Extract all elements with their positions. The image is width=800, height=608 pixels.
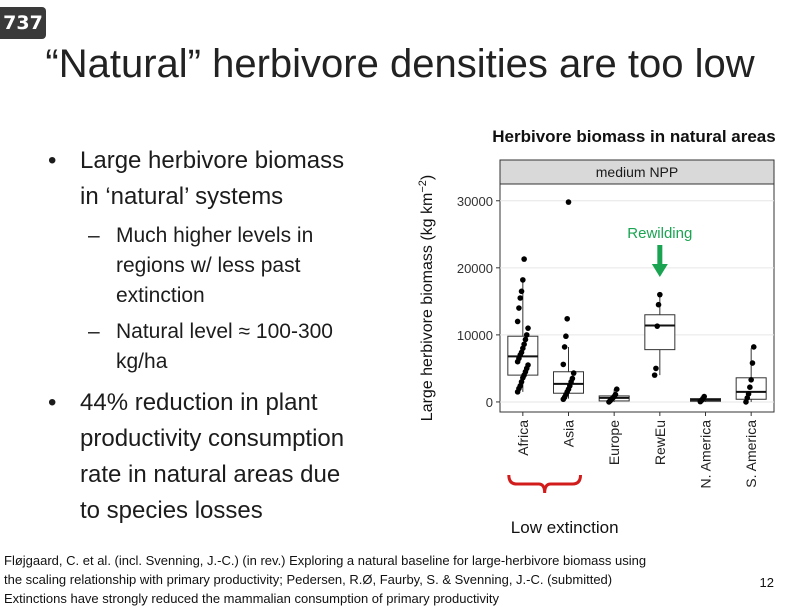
data-point [655, 301, 662, 308]
bullet-reduction: 44% reduction in plant productivity cons… [46, 385, 406, 529]
bullet-line: to species losses [80, 497, 263, 524]
data-point [745, 391, 752, 397]
data-point [651, 372, 658, 378]
x-tick-label: N. America [698, 420, 714, 489]
y-tick-label: 0 [486, 395, 493, 410]
data-point [522, 336, 529, 343]
data-point [612, 391, 619, 398]
data-point [564, 315, 570, 322]
reference-line: Fløjgaard, C. et al. (incl. Svenning, J.… [4, 553, 647, 568]
sub-bullet-line: Much higher levels in [116, 224, 314, 247]
page-number: 12 [759, 575, 774, 590]
slide-number-badge: 737 [0, 7, 46, 39]
data-point [561, 344, 568, 350]
bullet-line: 44% reduction in plant [80, 389, 318, 416]
bracket-shape [507, 474, 582, 494]
data-point [749, 360, 756, 366]
data-point [653, 365, 659, 372]
bullet-line: productivity consumption [80, 425, 345, 452]
bullet-biomass: Large herbivore biomass in ‘natural’ sys… [46, 143, 406, 215]
data-point [569, 375, 576, 382]
data-point [520, 277, 526, 283]
y-axis-label: Large herbivore biomass (kg km−2) [417, 175, 436, 421]
sub-bullet-line: kg/ha [116, 350, 168, 373]
bullet-line: Large herbivore biomass [80, 147, 345, 174]
data-point [654, 323, 661, 329]
y-tick-label: 20000 [457, 261, 493, 276]
sub-bullet-line: regions w/ less past [116, 254, 301, 277]
references: Fløjgaard, C. et al. (incl. Svenning, J.… [4, 551, 744, 608]
data-point [521, 341, 527, 348]
herbivore-biomass-boxplot: Herbivore biomass in natural areas mediu… [417, 127, 776, 537]
data-point [518, 288, 525, 295]
low-extinction-bracket: Low extinction [507, 474, 619, 537]
x-tick-label: S. America [743, 420, 759, 488]
data-point [516, 305, 522, 311]
data-point [748, 377, 754, 383]
data-point [514, 318, 521, 325]
data-point [657, 291, 663, 298]
data-point [563, 333, 569, 340]
chart-title: Herbivore biomass in natural areas [492, 127, 775, 146]
plot-panel [499, 183, 775, 413]
x-tick-label: RewEu [652, 420, 668, 465]
bracket-label: Low extinction [511, 518, 619, 537]
x-tick-label: Europe [606, 420, 622, 465]
reference-line: the scaling relationship with primary pr… [4, 572, 613, 587]
y-tick-label: 30000 [457, 194, 493, 209]
data-point [701, 393, 707, 400]
sub-bullet-higher-levels: Much higher levels in regions w/ less pa… [46, 221, 406, 311]
data-point [747, 384, 753, 390]
box-iqr [644, 314, 676, 351]
annotation-text: Rewilding [627, 225, 692, 242]
data-point [750, 344, 757, 350]
sub-bullet-line: Natural level ≈ 100-300 [116, 320, 333, 343]
data-point [525, 362, 531, 368]
sub-bullet-natural-level: Natural level ≈ 100-300 kg/ha [46, 317, 406, 377]
sub-bullet-line: extinction [116, 284, 205, 307]
facet-label: medium NPP [596, 164, 678, 180]
data-point [565, 199, 572, 205]
bullet-list: Large herbivore biomass in ‘natural’ sys… [46, 143, 406, 529]
data-point [613, 386, 620, 393]
x-tick-label: Africa [515, 420, 531, 456]
data-point [521, 256, 527, 262]
slide-title: “Natural” herbivore densities are too lo… [45, 42, 755, 86]
data-point [570, 370, 577, 376]
x-tick-label: Asia [561, 420, 577, 447]
bullet-line: rate in natural areas due [80, 461, 341, 488]
y-axis: 0 10000 20000 30000 [457, 194, 500, 410]
data-point [517, 295, 524, 301]
x-axis: Africa Asia Europe RewEu N. America S. Americ… [515, 412, 759, 488]
data-point [523, 332, 530, 338]
y-tick-label: 10000 [457, 328, 493, 343]
bullet-line: in ‘natural’ systems [80, 183, 284, 210]
reference-line: Extinctions have strongly reduced the ma… [4, 591, 499, 606]
data-point [525, 325, 531, 331]
data-point [560, 361, 567, 368]
